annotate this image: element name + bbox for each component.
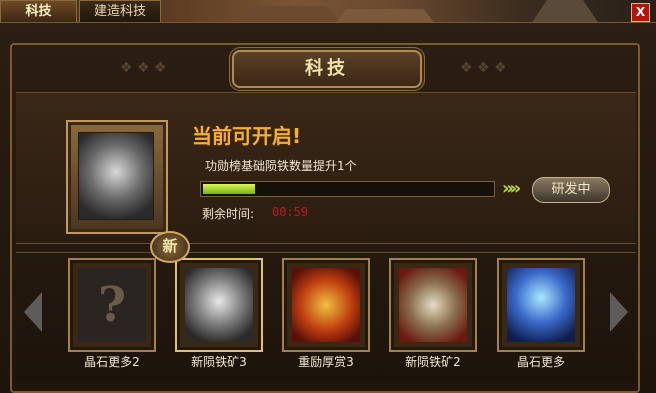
remaining-time-label: 剩余时间: [202, 207, 255, 221]
iron-ore-icon [399, 268, 467, 342]
tech-card-label: 重励厚赏3 [298, 355, 354, 369]
researching-button[interactable]: 研发中 [532, 177, 610, 203]
tech-card-frame [282, 258, 370, 352]
new-badge: 新 [150, 231, 190, 263]
double-chevron-icon: »» [502, 178, 521, 199]
tech-card[interactable]: 晶石更多 [497, 258, 585, 376]
close-button[interactable]: X [631, 3, 650, 22]
unknown-question-icon: ? [78, 268, 146, 342]
tech-card-frame [497, 258, 585, 352]
current-tech-icon-frame [66, 120, 168, 234]
tech-card-frame [389, 258, 477, 352]
tech-card[interactable]: 重励厚赏3 [282, 258, 370, 376]
current-headline: 当前可开启! [192, 124, 302, 148]
tech-card-label: 晶石更多2 [84, 355, 140, 369]
iron-ore-icon [185, 268, 253, 342]
tech-description: 功勋榜基础陨铁数量提升1个 [205, 159, 357, 173]
ornament-left-icon: ❖ ❖ ❖ [120, 60, 167, 76]
tech-card-frame: ? [68, 258, 156, 352]
crystal-chest-icon [507, 268, 575, 342]
treasure-chest-icon [292, 268, 360, 342]
tab-build-tech[interactable]: 建造科技 [79, 0, 161, 23]
tech-window: 科技 建造科技 X ❖ ❖ ❖ ❖ ❖ ❖ 科技 当前可开启! 功勋榜基础陨铁数… [0, 0, 656, 393]
tech-card[interactable]: 新陨铁矿2 [389, 258, 477, 376]
tech-card[interactable]: 新陨铁矿3 [175, 258, 263, 376]
tech-card-label: 晶石更多 [516, 355, 565, 369]
panel-title: 科技 [232, 50, 422, 88]
tech-card-label: 新陨铁矿3 [191, 355, 247, 369]
tech-card[interactable]: ? 晶石更多2 [68, 258, 156, 376]
iron-ore-icon [78, 132, 154, 220]
research-progress-bar [200, 181, 495, 197]
tech-card-frame [175, 258, 263, 352]
research-progress-fill [203, 184, 255, 194]
tech-card-label: 新陨铁矿2 [405, 355, 461, 369]
tab-tech[interactable]: 科技 [0, 0, 77, 23]
ornament-right-icon: ❖ ❖ ❖ [460, 60, 507, 76]
remaining-time-value: 00:59 [272, 205, 309, 219]
